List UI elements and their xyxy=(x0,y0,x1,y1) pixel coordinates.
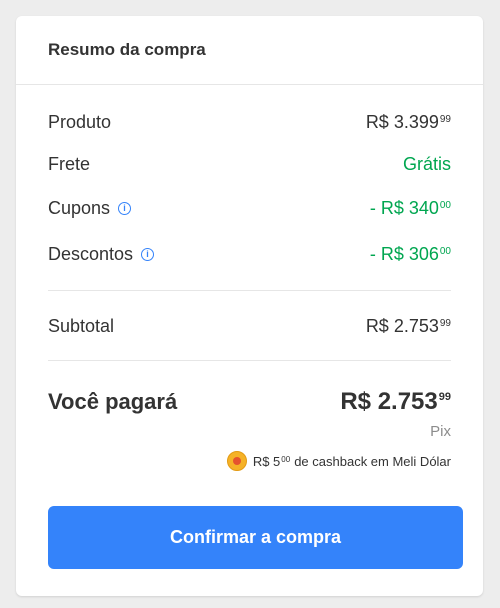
total-label: Você pagará xyxy=(48,389,178,414)
divider xyxy=(48,290,451,291)
confirm-purchase-button[interactable]: Confirmar a compra xyxy=(48,506,463,569)
descontos-price-int: - R$ 306 xyxy=(369,243,439,264)
produto-price-int: R$ 3.399 xyxy=(365,111,439,132)
cupons-label-group: Cupons i xyxy=(48,197,132,219)
produto-label: Produto xyxy=(48,111,112,132)
row-subtotal: Subtotal R$ 2.753 99 xyxy=(48,314,451,338)
purchase-summary-card: Resumo da compra Produto R$ 3.399 99 Fret… xyxy=(16,16,483,596)
cashback-amount-int: R$ 5 xyxy=(252,453,281,469)
row-produto: Produto R$ 3.399 99 xyxy=(48,110,451,134)
subtotal-price: R$ 2.753 99 xyxy=(366,316,451,337)
row-total: Você pagará R$ 2.753 99 xyxy=(48,387,451,417)
row-cupons: Cupons i - R$ 340 00 xyxy=(48,196,451,220)
divider xyxy=(48,360,451,361)
descontos-price-cents: 00 xyxy=(439,245,451,257)
produto-price-cents: 99 xyxy=(439,113,451,125)
cupons-price-int: - R$ 340 xyxy=(369,197,439,218)
subtotal-price-cents: 99 xyxy=(439,317,451,329)
card-header: Resumo da compra xyxy=(16,16,483,85)
total-price: R$ 2.753 99 xyxy=(340,388,451,416)
cupons-price-cents: 00 xyxy=(439,199,451,211)
row-frete: Frete Grátis xyxy=(48,152,451,176)
cashback-info: R$ 5 00 de cashback em Meli Dólar xyxy=(48,450,451,472)
produto-price: R$ 3.399 99 xyxy=(366,112,451,133)
summary-title: Resumo da compra xyxy=(48,40,206,59)
summary-body: Produto R$ 3.399 99 Frete Grátis Cupons i… xyxy=(16,110,483,472)
total-price-cents: 99 xyxy=(438,391,451,403)
frete-value: Grátis xyxy=(402,153,451,174)
cupons-price: - R$ 340 00 xyxy=(370,198,451,219)
cupons-info-icon[interactable]: i xyxy=(118,201,132,215)
total-price-int: R$ 2.753 xyxy=(340,388,438,415)
subtotal-label: Subtotal xyxy=(48,315,115,336)
cashback-amount-cents: 00 xyxy=(281,454,291,464)
cashback-amount: R$ 5 00 xyxy=(253,454,290,469)
frete-label: Frete xyxy=(48,153,91,174)
descontos-price: - R$ 306 00 xyxy=(370,244,451,265)
descontos-info-icon[interactable]: i xyxy=(141,247,155,261)
descontos-label-group: Descontos i xyxy=(48,243,155,265)
subtotal-price-int: R$ 2.753 xyxy=(365,315,439,336)
meli-dolar-coin-icon xyxy=(226,451,247,471)
cupons-label: Cupons xyxy=(48,197,111,218)
descontos-label: Descontos xyxy=(48,243,134,264)
cashback-text: de cashback em Meli Dólar xyxy=(294,453,451,469)
payment-method: Pix xyxy=(430,423,451,440)
row-descontos: Descontos i - R$ 306 00 xyxy=(48,242,451,266)
